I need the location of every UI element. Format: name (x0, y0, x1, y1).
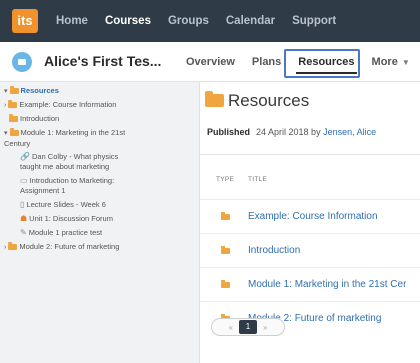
tree-item-label: Module 1 practice test (28, 228, 103, 237)
nav-home[interactable]: Home (56, 15, 88, 27)
document-icon: ▯ (20, 200, 25, 209)
folder-icon (221, 246, 230, 254)
folder-icon (205, 91, 224, 107)
course-avatar[interactable] (12, 52, 32, 72)
tree-item-example-course-information[interactable]: › Example: Course Information (4, 100, 116, 111)
tab-more[interactable]: More ▼ (372, 56, 410, 68)
resources-main-panel: Resources Published 24 April 2018 by Jens… (200, 82, 420, 363)
tree-item-practice-test[interactable]: ✎ Module 1 practice test (20, 228, 102, 238)
publish-info: Published 24 April 2018 by Jensen, Alice (207, 127, 376, 137)
author-link[interactable]: Jensen, Alice (323, 127, 376, 137)
nav-calendar[interactable]: Calendar (226, 15, 275, 27)
chevron-down-icon[interactable]: ▾ (4, 88, 8, 95)
chevron-right-icon[interactable]: › (4, 244, 6, 251)
assignment-icon: ▭ (20, 176, 28, 185)
table-row[interactable]: Example: Course Information (200, 199, 420, 233)
status-badge: Published (207, 127, 251, 137)
tab-more-label: More (371, 56, 398, 68)
publish-date: 24 April 2018 by (256, 127, 321, 137)
course-title[interactable]: Alice's First Tes... (44, 53, 161, 69)
nav-support[interactable]: Support (292, 15, 336, 27)
tree-item-lecture-slides[interactable]: ▯ Lecture Slides - Week 6 (20, 200, 106, 210)
folder-icon (8, 100, 18, 108)
tree-item-discussion-forum[interactable]: ☗ Unit 1: Discussion Forum (20, 214, 113, 224)
tab-overview[interactable]: Overview (186, 56, 235, 68)
tree-item-introduction[interactable]: Introduction (9, 114, 59, 124)
chevron-down-icon[interactable]: ▾ (4, 130, 8, 137)
tree-item-label: Unit 1: Discussion Forum (29, 214, 113, 223)
chevron-down-icon: ▼ (401, 58, 410, 67)
pagination-next-button[interactable]: » (263, 323, 267, 332)
its-logo[interactable]: its (12, 9, 38, 33)
tree-item-label: Resources (20, 86, 59, 95)
row-title-link[interactable]: Example: Course Information (248, 211, 378, 222)
pagination: « 1 » (211, 318, 285, 336)
forum-icon: ☗ (20, 214, 28, 223)
pagination-current-page[interactable]: 1 (239, 320, 257, 334)
nav-courses[interactable]: Courses (105, 15, 151, 27)
tree-item-label: Introduction to Marketing: Assignment 1 (20, 176, 115, 195)
row-title-link[interactable]: Module 1: Marketing in the 21st Cer (248, 279, 406, 290)
folder-icon (9, 86, 19, 94)
course-header: Alice's First Tes... Overview Plans Reso… (0, 42, 420, 82)
row-title-link[interactable]: Introduction (248, 245, 300, 256)
table-row[interactable]: Introduction (200, 233, 420, 267)
folder-icon (9, 128, 19, 136)
tab-resources[interactable]: Resources (296, 56, 357, 74)
folder-icon (9, 114, 18, 122)
table-row[interactable]: Module 1: Marketing in the 21st Cer (200, 267, 420, 301)
page-title: Resources (228, 91, 310, 110)
divider (200, 154, 420, 155)
tree-item-module-1[interactable]: ▾ Module 1: Marketing in the 21st Century (4, 128, 128, 149)
column-header-title[interactable]: TITLE (248, 176, 267, 183)
tree-item-assignment-1[interactable]: ▭ Introduction to Marketing: Assignment 1 (20, 176, 132, 196)
tree-item-label: Example: Course Information (19, 100, 117, 109)
pagination-prev-button[interactable]: « (229, 323, 233, 332)
folder-icon (221, 280, 230, 288)
tree-item-dan-colby-link[interactable]: 🔗 Dan Colby - What physics taught me abou… (20, 152, 132, 172)
top-nav-menu: Home Courses Groups Calendar Support (56, 0, 353, 42)
tree-item-label: Module 2: Future of marketing (19, 242, 120, 251)
nav-groups[interactable]: Groups (168, 15, 209, 27)
link-icon: 🔗 (20, 152, 30, 161)
tree-item-resources[interactable]: ▾ Resources (4, 86, 59, 97)
top-navigation-bar: its Home Courses Groups Calendar Support (0, 0, 420, 42)
tree-item-label: Introduction (20, 114, 60, 123)
tab-plans[interactable]: Plans (252, 56, 281, 68)
resources-tree-sidebar: ▾ Resources › Example: Course Information … (0, 82, 200, 363)
chevron-right-icon[interactable]: › (4, 102, 6, 109)
tree-item-label: Module 1: Marketing in the 21st Century (4, 128, 126, 148)
test-icon: ✎ (20, 228, 27, 237)
folder-icon (221, 212, 230, 220)
tree-item-module-2[interactable]: › Module 2: Future of marketing (4, 242, 119, 253)
tree-item-label: Dan Colby - What physics taught me about… (20, 152, 119, 171)
tree-item-label: Lecture Slides - Week 6 (26, 200, 106, 209)
folder-icon (8, 242, 18, 250)
course-tabs: Overview Plans Resources More ▼ (186, 42, 420, 82)
column-header-type[interactable]: TYPE (216, 176, 234, 183)
